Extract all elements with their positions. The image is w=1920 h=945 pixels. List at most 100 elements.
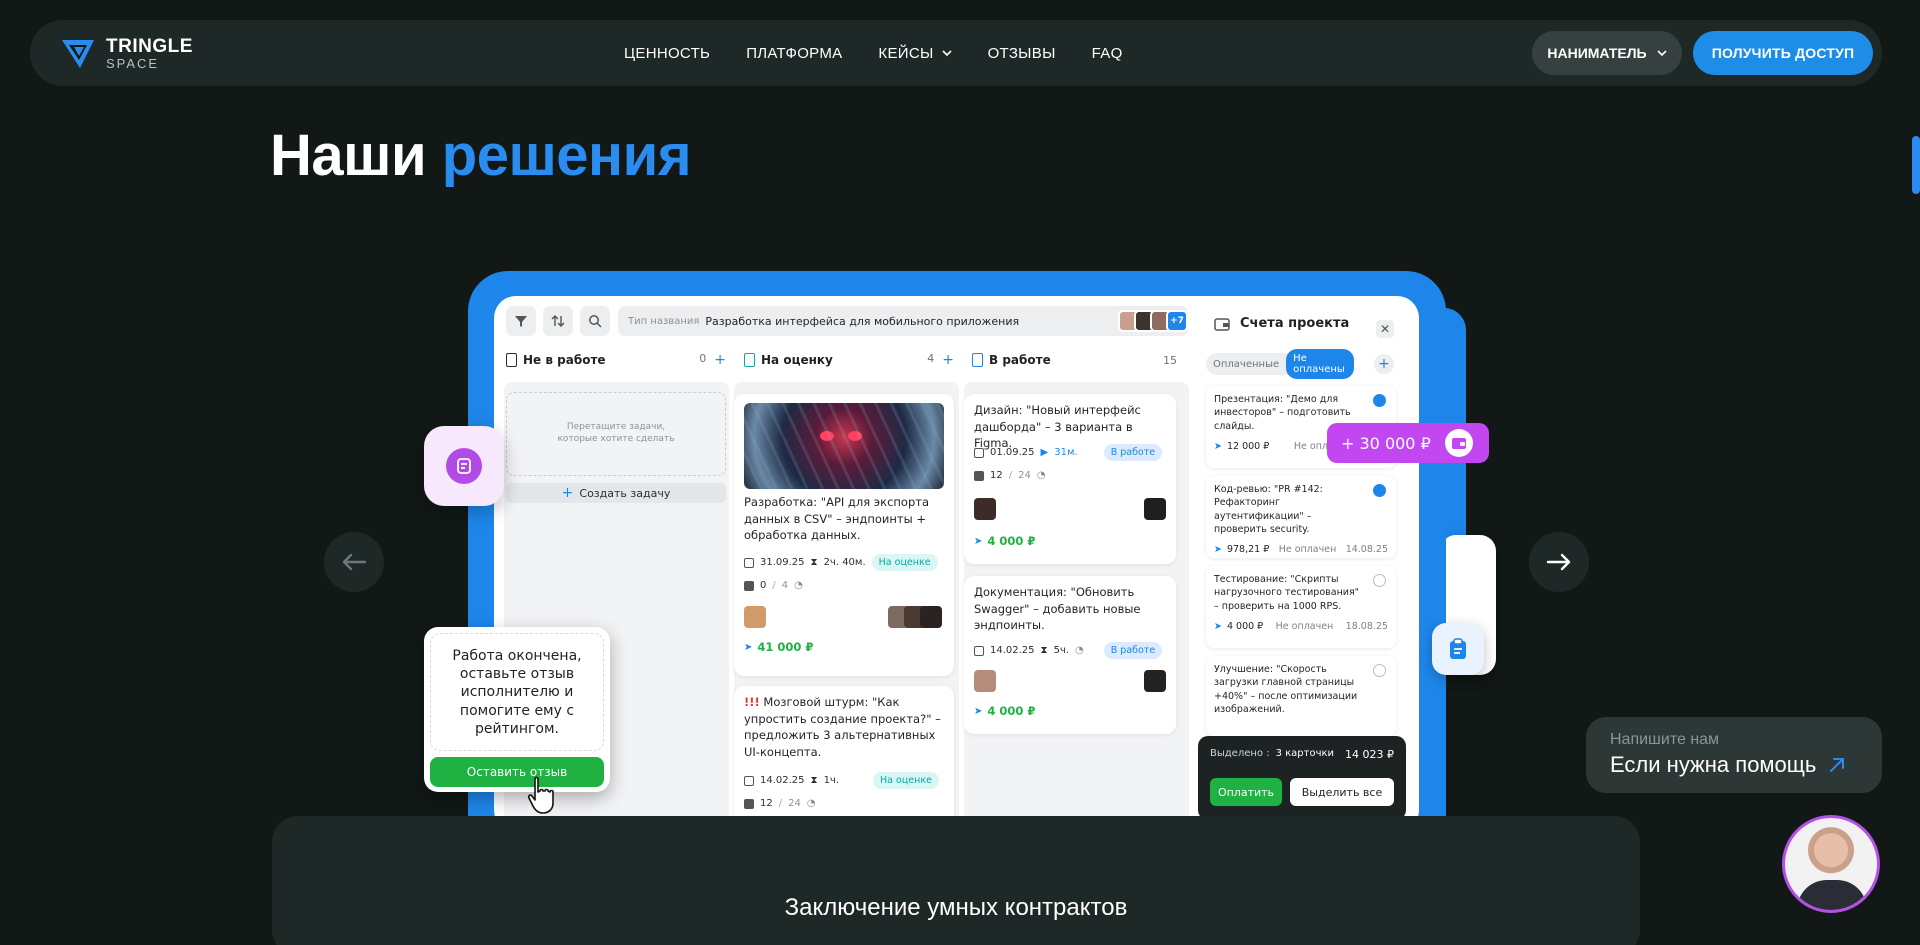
calendar-icon <box>744 557 754 568</box>
get-access-button[interactable]: ПОЛУЧИТЬ ДОСТУП <box>1693 31 1873 75</box>
avatar <box>1144 498 1166 520</box>
carousel-prev-button[interactable] <box>324 532 384 592</box>
team-avatars[interactable]: +7 <box>1118 310 1188 332</box>
task-card-swagger-docs[interactable]: Документация: "Обновить Swagger" – добав… <box>964 576 1176 734</box>
add-task-icon[interactable]: + <box>714 352 726 368</box>
menu-item-reviews[interactable]: ОТЗЫВЫ <box>988 45 1056 62</box>
checklist-icon <box>744 580 754 591</box>
hourglass-icon: ⧗ <box>810 557 818 568</box>
create-task-label: Создать задачу <box>579 486 671 500</box>
menu-item-faq[interactable]: FAQ <box>1092 45 1123 62</box>
invoice-date: 14.08.25 <box>1345 544 1388 556</box>
add-invoice-button[interactable]: + <box>1374 354 1394 374</box>
select-all-button[interactable]: Выделить все <box>1290 778 1394 806</box>
menu-item-cases[interactable]: КЕЙСЫ <box>878 45 952 62</box>
arrow-right-icon <box>1546 553 1571 571</box>
pay-button[interactable]: Оплатить <box>1210 778 1282 806</box>
column-count: 0 <box>699 352 707 365</box>
employer-label: НАНИМАТЕЛЬ <box>1547 45 1647 61</box>
document-icon <box>457 458 471 474</box>
column-title: В работе <box>989 353 1051 367</box>
invoice-title: Код-ревью: "PR #142: Рефакторинг аутенти… <box>1214 484 1323 535</box>
invoice-checkbox[interactable] <box>1373 664 1386 677</box>
card-title: Документация: "Обновить Swagger" – добав… <box>974 585 1141 633</box>
plus-icon: + <box>561 485 574 501</box>
avatar <box>920 606 942 628</box>
card-title: Мозговой штурм: "Как упростить создание … <box>744 695 941 760</box>
search-icon <box>589 315 602 328</box>
invoice-status: Не оплачен <box>1275 620 1334 632</box>
status-badge: На оценке <box>873 772 939 789</box>
drop-zone[interactable]: Перетащите задачи, которые хотите сделат… <box>506 392 726 476</box>
hourglass-icon: ⧗ <box>810 775 818 786</box>
logo-subtitle: SPACE <box>106 55 160 71</box>
wallet-icon <box>1444 429 1473 457</box>
employer-dropdown[interactable]: НАНИМАТЕЛЬ <box>1532 31 1682 75</box>
column-count: 15 <box>1163 353 1177 367</box>
currency-icon: ➤ <box>974 535 983 547</box>
checklist-total: 4 <box>781 580 789 591</box>
help-subtitle: Напишите нам <box>1610 731 1720 748</box>
currency-icon: ➤ <box>1214 620 1222 632</box>
task-card-dashboard-design[interactable]: Дизайн: "Новый интерфейс дашборда" – 3 в… <box>964 394 1176 564</box>
invoice-title: Улучшение: "Скорость загрузки главной ст… <box>1214 664 1358 715</box>
invoice-checkbox[interactable] <box>1373 394 1386 407</box>
leave-review-button[interactable]: Оставить отзыв <box>430 757 604 787</box>
menu-item-cases-label: КЕЙСЫ <box>878 45 934 62</box>
hourglass-icon: ⧗ <box>1040 645 1048 656</box>
sort-button[interactable] <box>543 306 573 336</box>
column-count: 4 <box>927 352 935 365</box>
card-time: 2ч. 40м. <box>823 557 866 568</box>
invoice-item[interactable]: Код-ревью: "PR #142: Рефакторинг аутенти… <box>1206 476 1396 558</box>
task-card-api-export[interactable]: Разработка: "API для экспорта данных в C… <box>734 394 954 676</box>
invoice-item[interactable]: Улучшение: "Скорость загрузки главной ст… <box>1206 656 1396 736</box>
menu-item-platform[interactable]: ПЛАТФОРМА <box>746 45 842 62</box>
status-badge: В работе <box>1103 444 1163 461</box>
wallet-icon <box>1214 317 1230 331</box>
logo[interactable]: TRINGLE SPACE <box>60 36 193 70</box>
column-title: Не в работе <box>523 353 606 367</box>
create-task-button[interactable]: + Создать задачу <box>506 483 726 503</box>
scroll-indicator[interactable] <box>1912 136 1920 194</box>
currency-icon: ➤ <box>1214 544 1222 556</box>
review-text: Работа окончена, оставьте отзыв исполнит… <box>430 633 604 751</box>
status-badge: На оценке <box>871 554 938 571</box>
phone-icon <box>744 353 755 367</box>
checklist-total: 24 <box>788 798 801 809</box>
avatars-more-badge: +7 <box>1166 310 1188 332</box>
checklist-icon <box>744 798 754 809</box>
filter-button[interactable] <box>506 306 536 336</box>
project-search-field[interactable]: Тип названия Разработка интерфейса для м… <box>618 306 1188 336</box>
invoice-checkbox[interactable] <box>1373 574 1386 587</box>
checklist-done: 0 <box>760 580 767 591</box>
add-task-icon[interactable]: + <box>942 352 954 368</box>
invoice-date: 18.08.25 <box>1345 620 1388 632</box>
invoice-item[interactable]: Тестирование: "Скрипты нагрузочного тест… <box>1206 566 1396 648</box>
page-title: Наши решения <box>270 122 692 189</box>
top-navbar: TRINGLE SPACE ЦЕННОСТЬ ПЛАТФОРМА КЕЙСЫ О… <box>30 20 1882 86</box>
help-widget[interactable]: Напишите нам Если нужна помощь <box>1586 717 1882 793</box>
selected-label: Выделено : <box>1210 748 1270 759</box>
avatar <box>744 606 766 628</box>
review-popup: Работа окончена, оставьте отзыв исполнит… <box>424 627 610 792</box>
floating-clipboard-badge <box>1432 623 1484 675</box>
chevron-down-icon <box>1657 49 1667 56</box>
feature-section: Заключение умных контрактов <box>272 816 1640 945</box>
close-icon: ✕ <box>1379 322 1391 336</box>
tab-unpaid[interactable]: Не оплачены <box>1286 349 1354 379</box>
invoice-status: Не оплачен <box>1278 544 1337 556</box>
close-panel-button[interactable]: ✕ <box>1376 320 1394 338</box>
tab-paid[interactable]: Оплаченные <box>1206 355 1286 374</box>
search-value: Разработка интерфейса для мобильного при… <box>705 314 1020 328</box>
search-button[interactable] <box>580 306 610 336</box>
task-card-brainstorm[interactable]: !!! Мозговой штурм: "Как упростить созда… <box>734 686 954 832</box>
invoice-checkbox[interactable] <box>1373 484 1386 497</box>
support-avatar[interactable] <box>1782 815 1880 913</box>
menu-item-value[interactable]: ЦЕННОСТЬ <box>624 45 710 62</box>
main-menu: ЦЕННОСТЬ ПЛАТФОРМА КЕЙСЫ ОТЗЫВЫ FAQ <box>624 45 1123 62</box>
currency-icon: ➤ <box>974 705 983 717</box>
column-header-for-evaluation: На оценку 4 + <box>744 350 954 370</box>
carousel-next-button[interactable] <box>1529 532 1589 592</box>
help-title: Если нужна помощь <box>1610 752 1817 777</box>
calendar-icon <box>974 645 984 656</box>
